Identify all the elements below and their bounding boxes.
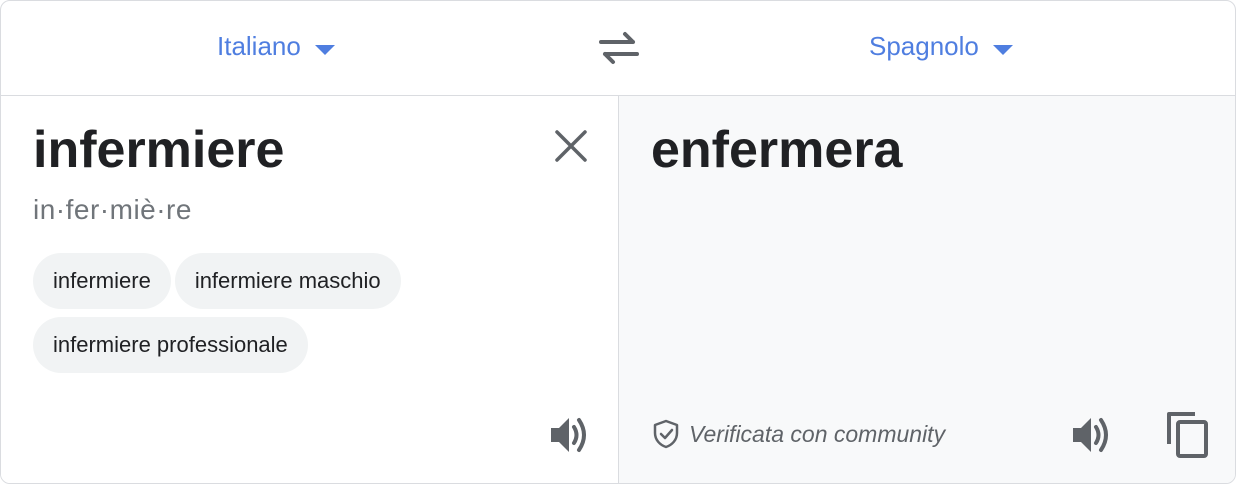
source-language-label: Italiano [217, 31, 301, 61]
source-text[interactable]: infermiere [33, 120, 284, 180]
chevron-down-icon [992, 44, 1013, 55]
speaker-icon [551, 418, 586, 452]
clear-button[interactable] [553, 128, 589, 164]
alternative-chip[interactable]: infermiere [33, 253, 171, 309]
shield-check-icon [653, 419, 679, 449]
alternative-chips: infermiere infermiere maschio infermiere p… [33, 253, 473, 381]
source-syllables: in·fer·miè·re [33, 194, 192, 225]
close-icon [555, 130, 587, 162]
verified-badge[interactable]: Verificata con community [653, 419, 945, 449]
language-bar: Italiano Spagnolo [1, 1, 1235, 96]
copy-button[interactable] [1165, 410, 1211, 460]
alternative-chip[interactable]: infermiere maschio [174, 253, 401, 309]
translation-listen-button[interactable] [1071, 414, 1115, 456]
alternative-chip[interactable]: infermiere professionale [33, 317, 308, 373]
speaker-icon [1073, 418, 1108, 452]
swap-languages-button[interactable] [597, 29, 641, 65]
swap-arrows-icon [599, 32, 639, 64]
copy-icon [1167, 412, 1208, 458]
source-listen-button[interactable] [549, 414, 593, 456]
chevron-down-icon [314, 44, 335, 55]
target-language-label: Spagnolo [869, 31, 979, 61]
source-panel: infermiere in·fer·miè·re infermiere infer… [1, 96, 618, 483]
target-panel: enfermera Verificata con community [618, 96, 1235, 483]
translation-text: enfermera [651, 121, 903, 179]
verified-label: Verificata con community [689, 420, 946, 447]
target-language-selector[interactable]: Spagnolo [869, 31, 1013, 62]
source-language-selector[interactable]: Italiano [217, 31, 335, 62]
translation-card: Italiano Spagnolo infermiere in·fer·miè·… [0, 0, 1236, 484]
